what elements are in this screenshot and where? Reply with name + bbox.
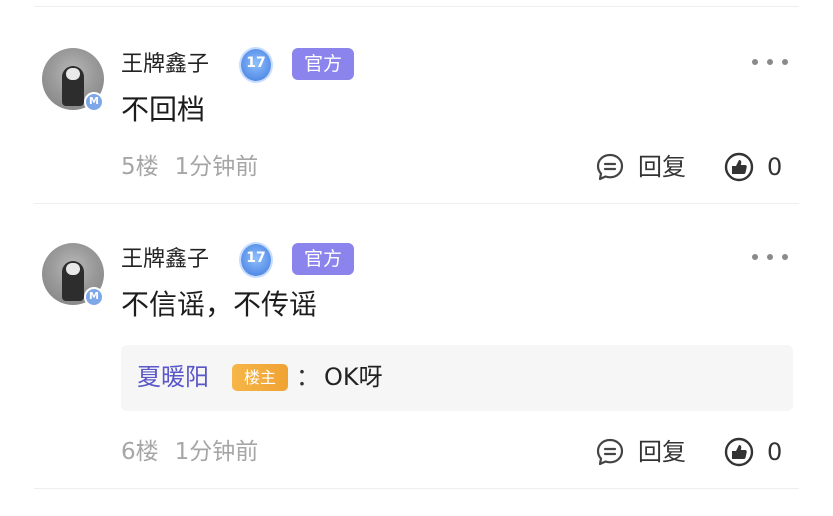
comment-content: 不信谣，不传谣	[121, 288, 318, 321]
reply-button[interactable]: 回复	[638, 437, 686, 467]
comment-actions: 回复 0	[595, 152, 795, 182]
reply-button[interactable]: 回复	[638, 152, 686, 182]
comment-content: 不回档	[121, 93, 206, 126]
username[interactable]: 王牌鑫子	[121, 245, 209, 275]
comment-item: M 王牌鑫子 17 官方 不信谣，不传谣 夏暖阳 楼主 ： OK呀 6楼 1分钟前…	[0, 235, 833, 485]
top-divider	[34, 6, 799, 7]
comment-divider	[34, 203, 799, 204]
avatar-face	[66, 263, 80, 275]
like-count: 0	[767, 153, 783, 181]
quoted-reply[interactable]: 夏暖阳 楼主 ： OK呀	[121, 345, 793, 411]
like-icon[interactable]	[723, 152, 755, 182]
reply-icon[interactable]	[595, 437, 625, 467]
official-badge: 官方	[292, 243, 354, 275]
avatar-member-badge: M	[84, 92, 104, 112]
floor-number: 5楼	[121, 154, 159, 180]
level-badge-icon: 17	[237, 47, 275, 83]
comment-actions: 回复 0	[595, 437, 795, 467]
level-number: 17	[246, 250, 266, 266]
comment-meta: 5楼 1分钟前	[121, 152, 258, 182]
bottom-divider	[34, 488, 799, 489]
like-count: 0	[767, 438, 783, 466]
like-icon[interactable]	[723, 437, 755, 467]
more-icon[interactable]	[750, 58, 790, 68]
comment-meta: 6楼 1分钟前	[121, 437, 258, 467]
quote-colon: ：	[296, 363, 320, 391]
quote-text: OK呀	[324, 363, 383, 391]
more-icon[interactable]	[750, 253, 790, 263]
level-number: 17	[246, 55, 266, 71]
avatar-member-badge: M	[84, 287, 104, 307]
quote-author[interactable]: 夏暖阳	[137, 361, 209, 393]
reply-icon[interactable]	[595, 152, 625, 182]
comment-item: M 王牌鑫子 17 官方 不回档 5楼 1分钟前 回复 0	[0, 40, 833, 200]
avatar-face	[66, 68, 80, 80]
floor-number: 6楼	[121, 439, 159, 465]
comment-time: 1分钟前	[174, 154, 259, 180]
comment-time: 1分钟前	[174, 439, 259, 465]
level-badge-icon: 17	[237, 242, 275, 278]
owner-badge: 楼主	[232, 364, 288, 391]
official-badge: 官方	[292, 48, 354, 80]
username[interactable]: 王牌鑫子	[121, 50, 209, 80]
